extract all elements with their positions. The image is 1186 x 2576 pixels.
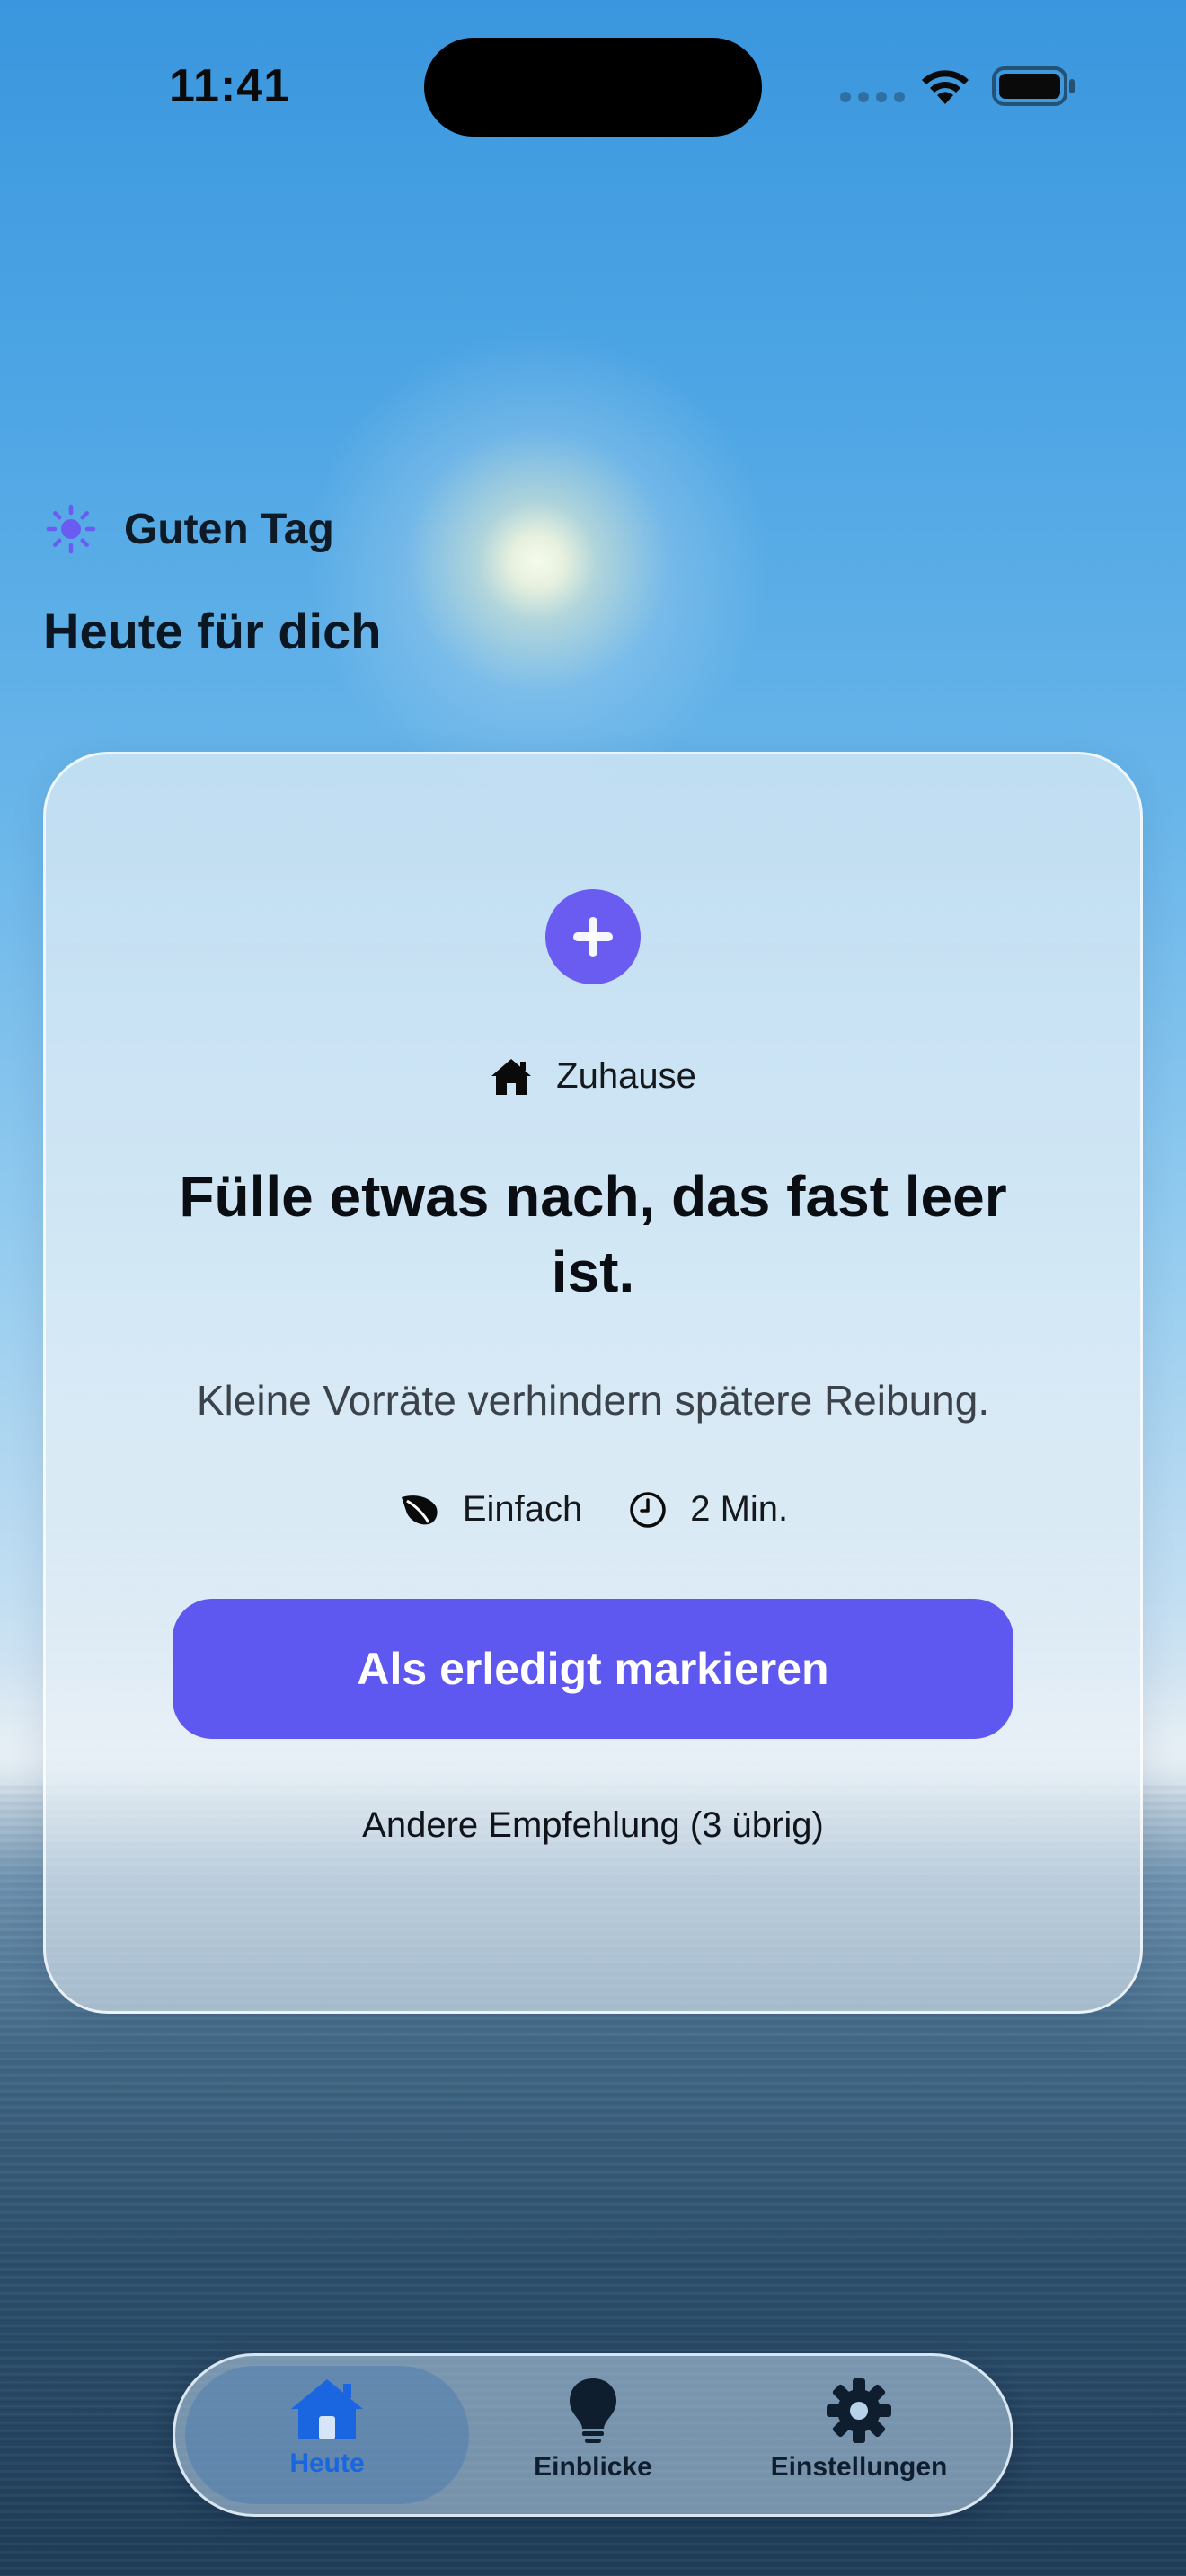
task-badge: [545, 889, 641, 984]
other-recommendation-link[interactable]: Andere Empfehlung (3 übrig): [0, 1805, 1186, 1846]
greeting-text: Guten Tag: [124, 505, 334, 553]
sun-icon: [46, 504, 96, 554]
plus-icon: [573, 917, 613, 957]
house-icon: [291, 2379, 363, 2439]
task-title: Fülle etwas nach, das fast leer ist.: [179, 1164, 1007, 1304]
difficulty-info: Einfach: [398, 1489, 582, 1530]
page-title: Heute für dich: [43, 603, 382, 659]
leaf-icon: [401, 1495, 438, 1524]
greeting-row: Guten Tag: [45, 503, 334, 555]
duration-label: 2 Min.: [690, 1489, 789, 1529]
tab-label: Heute: [289, 2448, 365, 2478]
task-category: Zuhause: [0, 1056, 1186, 1097]
clock-icon: [630, 1491, 666, 1528]
task-meta: Einfach 2 Min.: [0, 1489, 1186, 1530]
house-icon: [491, 1058, 532, 1095]
tab-heute[interactable]: Heute: [192, 2377, 462, 2502]
tab-einblicke[interactable]: Einblicke: [458, 2377, 728, 2502]
tab-label: Einstellungen: [770, 2452, 948, 2482]
gear-icon: [827, 2378, 891, 2443]
cellular-signal-icon: [840, 92, 905, 102]
tab-label: Einblicke: [534, 2452, 652, 2482]
lightbulb-icon: [570, 2378, 616, 2443]
dynamic-island: [424, 38, 762, 137]
duration-info: 2 Min.: [629, 1489, 788, 1530]
difficulty-label: Einfach: [462, 1489, 583, 1529]
mark-done-button[interactable]: Als erledigt markieren: [173, 1599, 1013, 1739]
wifi-icon: [922, 70, 969, 104]
tab-einstellungen[interactable]: Einstellungen: [724, 2377, 994, 2502]
category-label: Zuhause: [556, 1056, 696, 1096]
status-time: 11:41: [169, 60, 291, 112]
task-description: Kleine Vorräte verhindern spätere Reibun…: [196, 1377, 990, 1424]
battery-icon: [992, 66, 1075, 106]
